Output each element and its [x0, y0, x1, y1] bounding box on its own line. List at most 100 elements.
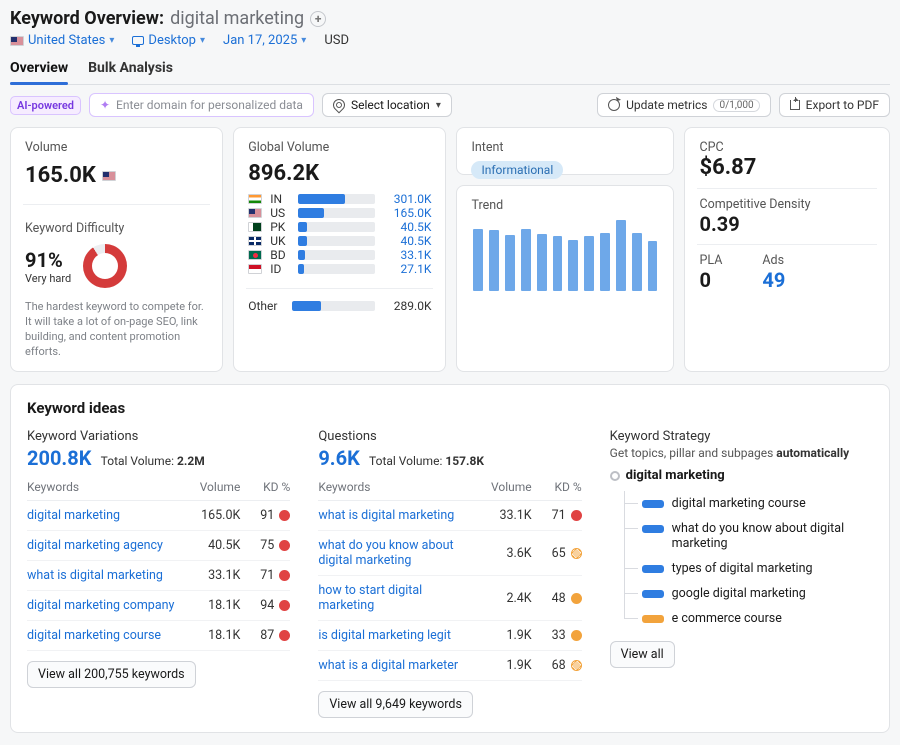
uk-flag-icon — [248, 236, 262, 246]
strategy-node[interactable]: e commerce course — [624, 606, 873, 631]
kd-desc: The hardest keyword to compete for. It w… — [25, 300, 208, 359]
tab-overview[interactable]: Overview — [10, 56, 68, 84]
card-global-volume: Global Volume 896.2K IN301.0KUS165.0KPK4… — [233, 127, 446, 372]
chevron-down-icon: ▾ — [109, 35, 114, 46]
intent-trend-column: Intent Informational Trend — [456, 127, 674, 372]
cpc-label: CPC — [699, 140, 875, 155]
us-flag-icon — [248, 208, 262, 218]
pin-icon — [330, 97, 347, 114]
chevron-down-icon: ▾ — [436, 100, 441, 111]
card-volume: Volume 165.0K Keyword Difficulty 91% Ver… — [10, 127, 223, 372]
col-strategy: Keyword Strategy Get topics, pillar and … — [610, 429, 873, 718]
kd-dot-icon — [571, 548, 582, 559]
chevron-down-icon: ▾ — [301, 35, 306, 46]
pk-flag-icon — [248, 222, 262, 232]
chevron-down-icon: ▾ — [200, 35, 205, 46]
id-flag-icon — [248, 264, 262, 274]
us-flag-icon — [102, 171, 116, 181]
add-keyword-icon[interactable]: + — [310, 11, 326, 27]
questions-heading: Questions — [318, 429, 581, 444]
strategy-heading: Keyword Strategy — [610, 429, 873, 444]
ads-label: Ads — [762, 253, 785, 268]
keyword-link[interactable]: digital marketing course — [27, 628, 182, 643]
comp-value: 0.39 — [699, 212, 875, 236]
title-prefix: Keyword Overview: — [10, 8, 164, 29]
kd-dot-icon — [279, 570, 290, 581]
pla-value: 0 — [699, 268, 722, 292]
card-trend: Trend — [456, 185, 674, 372]
us-flag-icon — [10, 36, 24, 46]
keyword-link[interactable]: what is digital marketing — [27, 568, 182, 583]
export-icon — [790, 100, 800, 110]
volume-label: Volume — [25, 140, 208, 155]
update-metrics-button[interactable]: Update metrics 0/1,000 — [597, 93, 771, 117]
keyword-link[interactable]: digital marketing agency — [27, 538, 182, 553]
strategy-seg-icon — [642, 525, 664, 533]
strategy-node[interactable]: digital marketing course — [624, 491, 873, 516]
update-counter: 0/1,000 — [713, 99, 759, 112]
strategy-seg-icon — [642, 500, 664, 508]
kd-dot-icon — [279, 510, 290, 521]
kd-dot-icon — [571, 593, 582, 604]
kd-dot-icon — [571, 510, 582, 521]
filter-device[interactable]: Desktop ▾ — [132, 33, 205, 48]
domain-input[interactable]: ✦ Enter domain for personalized data — [89, 93, 314, 117]
filter-date[interactable]: Jan 17, 2025 ▾ — [223, 33, 306, 48]
keyword-link[interactable]: what is a digital marketer — [318, 658, 473, 673]
filter-bar: United States ▾ Desktop ▾ Jan 17, 2025 ▾… — [10, 33, 890, 56]
questions-count[interactable]: 9.6K — [318, 446, 359, 470]
variations-heading: Keyword Variations — [27, 429, 290, 444]
view-all-strategy-button[interactable]: View all — [610, 641, 675, 668]
gv-value: 896.2K — [248, 161, 431, 186]
kd-level: Very hard — [25, 272, 71, 285]
table-row: digital marketing company18.1K94 — [27, 591, 290, 621]
table-row: what do you know about digital marketing… — [318, 531, 581, 576]
keyword-link[interactable]: how to start digital marketing — [318, 583, 473, 613]
cpc-value: $6.87 — [699, 155, 875, 180]
intent-value: Informational — [471, 161, 563, 179]
tab-bar: Overview Bulk Analysis — [10, 56, 890, 85]
strategy-seg-icon — [642, 590, 664, 598]
volume-value: 165.0K — [25, 163, 208, 188]
metric-cards-row: Volume 165.0K Keyword Difficulty 91% Ver… — [10, 127, 890, 372]
gv-row: ID27.1K — [248, 262, 431, 276]
keyword-link[interactable]: is digital marketing legit — [318, 628, 473, 643]
variations-count[interactable]: 200.8K — [27, 446, 91, 470]
keyword-ideas-panel: Keyword ideas Keyword Variations 200.8K … — [10, 384, 890, 733]
strategy-node[interactable]: types of digital marketing — [624, 556, 873, 581]
view-all-variations-button[interactable]: View all 200,755 keywords — [27, 661, 196, 688]
domain-placeholder: Enter domain for personalized data — [116, 98, 303, 112]
strategy-node[interactable]: what do you know about digital marketing — [624, 516, 873, 556]
kd-dot-icon — [279, 600, 290, 611]
strategy-node[interactable]: google digital marketing — [624, 581, 873, 606]
ideas-title: Keyword ideas — [27, 399, 873, 417]
sparkle-icon: ✦ — [100, 98, 110, 112]
ads-value[interactable]: 49 — [762, 268, 785, 292]
tab-bulk-analysis[interactable]: Bulk Analysis — [88, 56, 173, 84]
view-all-questions-button[interactable]: View all 9,649 keywords — [318, 691, 473, 718]
gv-row: UK40.5K — [248, 234, 431, 248]
kd-dot-icon — [279, 540, 290, 551]
bd-flag-icon — [248, 250, 262, 260]
keyword-link[interactable]: what is digital marketing — [318, 508, 473, 523]
strategy-seg-icon — [642, 615, 664, 623]
table-row: digital marketing agency40.5K75 — [27, 531, 290, 561]
table-row: digital marketing165.0K91 — [27, 501, 290, 531]
filter-country[interactable]: United States ▾ — [10, 33, 114, 48]
desktop-icon — [132, 36, 144, 45]
gv-label: Global Volume — [248, 140, 431, 155]
export-pdf-button[interactable]: Export to PDF — [779, 93, 890, 117]
table-row: what is a digital marketer1.9K68 — [318, 651, 581, 681]
strategy-seg-icon — [642, 565, 664, 573]
filter-currency[interactable]: USD — [324, 33, 349, 48]
card-intent: Intent Informational — [456, 127, 674, 175]
kd-dot-icon — [571, 660, 582, 671]
questions-table-header: Keywords Volume KD % — [318, 470, 581, 501]
trend-chart — [471, 213, 659, 291]
keyword-link[interactable]: digital marketing company — [27, 598, 182, 613]
variations-table-header: Keywords Volume KD % — [27, 470, 290, 501]
root-dot-icon — [610, 471, 620, 481]
keyword-link[interactable]: digital marketing — [27, 508, 182, 523]
select-location[interactable]: Select location ▾ — [322, 93, 452, 117]
keyword-link[interactable]: what do you know about digital marketing — [318, 538, 473, 568]
